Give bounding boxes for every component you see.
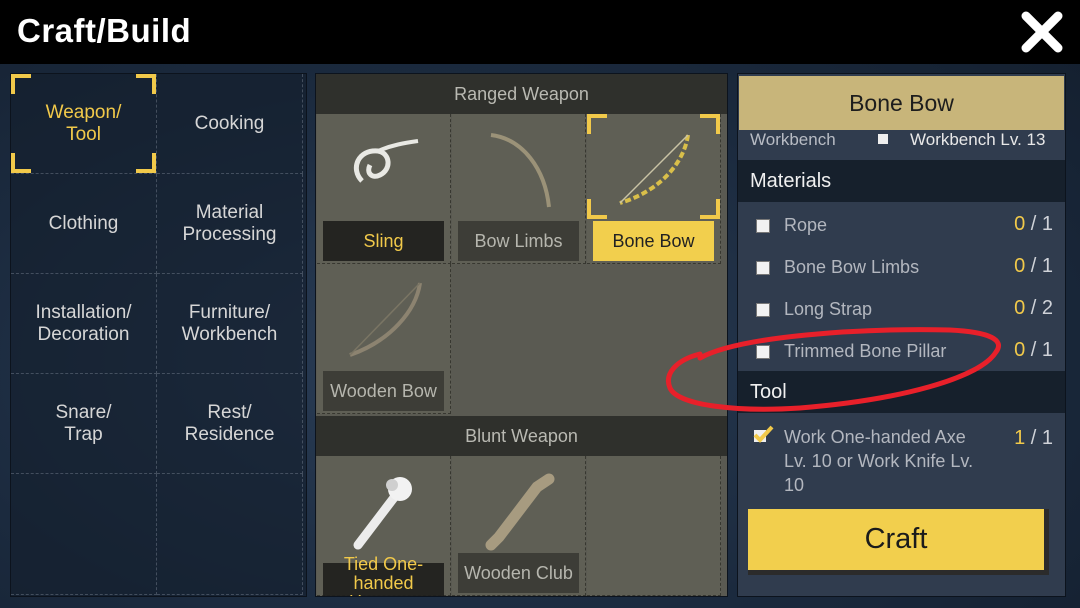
category-label: Cooking: [194, 112, 265, 134]
category-label: Weapon/ Tool: [45, 101, 122, 145]
category-label: Rest/ Residence: [184, 401, 275, 445]
category-weapon-tool[interactable]: Weapon/ Tool: [11, 74, 157, 174]
category-label: Furniture/ Workbench: [181, 301, 278, 345]
craft-button[interactable]: Craft: [748, 509, 1049, 575]
material-name: Long Strap: [784, 299, 873, 319]
sling-icon: [354, 139, 419, 183]
checkbox-icon: [756, 303, 770, 317]
checkbox-icon: [756, 261, 770, 275]
workbench-label: Workbench: [750, 130, 836, 149]
material-count: 0 / 1: [1014, 339, 1053, 361]
bow-limbs-icon: [490, 133, 551, 208]
tool-row: Work One-handed Axe Lv. 10 or Work Knife…: [738, 419, 1065, 499]
window-title: Craft/Build: [17, 12, 192, 49]
item-panel[interactable]: Ranged Weapon Sling Bow Limbs Bone Bow W…: [315, 73, 728, 597]
workbench-value: Workbench Lv. 13: [910, 130, 1046, 149]
category-installation-decoration[interactable]: Installation/ Decoration: [11, 274, 157, 374]
item-tied-hammer[interactable]: Tied One-handed Hammer: [317, 456, 451, 596]
material-name: Bone Bow Limbs: [784, 257, 920, 277]
item-label: Bow Limbs: [458, 221, 579, 261]
material-row: Long Strap 0 / 2: [738, 289, 1065, 331]
tool-heading: Tool: [738, 371, 1065, 413]
tool-count: 1 / 1: [1014, 427, 1053, 449]
category-label: Material Processing: [182, 201, 277, 245]
category-label: Clothing: [48, 212, 119, 234]
material-row: Rope 0 / 1: [738, 205, 1065, 247]
material-row: Bone Bow Limbs 0 / 1: [738, 247, 1065, 289]
category-furniture-workbench[interactable]: Furniture/ Workbench: [157, 274, 303, 374]
close-x-icon[interactable]: [1018, 8, 1066, 56]
top-bar: Craft/Build: [0, 0, 1080, 64]
material-name: Rope: [784, 215, 828, 235]
category-label: Installation/ Decoration: [35, 301, 132, 345]
item-bone-bow[interactable]: Bone Bow: [587, 114, 721, 264]
club-icon: [485, 473, 555, 551]
material-count: 0 / 1: [1014, 255, 1053, 277]
category-cooking[interactable]: Cooking: [157, 74, 303, 174]
section-heading-ranged: Ranged Weapon: [316, 74, 727, 114]
checkbox-icon: [756, 345, 770, 359]
category-rest-residence[interactable]: Rest/ Residence: [157, 374, 303, 474]
item-sling[interactable]: Sling: [317, 114, 451, 264]
item-wooden-club[interactable]: Wooden Club: [452, 456, 586, 596]
material-count: 0 / 1: [1014, 213, 1053, 235]
material-count: 0 / 2: [1014, 297, 1053, 319]
item-label: Bone Bow: [593, 221, 714, 261]
category-clothing[interactable]: Clothing: [11, 174, 157, 274]
item-label: Wooden Bow: [323, 371, 444, 411]
category-empty-slot: [157, 474, 303, 595]
checkmark-icon: [753, 425, 774, 443]
selected-item-title: Bone Bow: [739, 76, 1064, 130]
item-wooden-bow[interactable]: Wooden Bow: [317, 264, 451, 414]
item-label: Tied One-handed Hammer: [323, 554, 444, 596]
item-empty-slot: [587, 456, 721, 596]
item-label: Sling: [323, 221, 444, 261]
workbench-requirement: Workbench Workbench Lv. 13: [738, 126, 1065, 152]
hammer-icon: [353, 477, 412, 550]
bone-bow-icon: [619, 134, 690, 205]
category-grid: Weapon/ Tool Cooking Clothing Material P…: [10, 73, 307, 597]
item-label: Wooden Club: [458, 553, 579, 593]
category-snare-trap[interactable]: Snare/ Trap: [11, 374, 157, 474]
tool-name: Work One-handed Axe Lv. 10 or Work Knife…: [784, 427, 974, 495]
wooden-bow-icon: [349, 282, 422, 357]
category-empty-slot: [11, 474, 157, 595]
material-name: Trimmed Bone Pillar: [784, 341, 947, 361]
category-label: Snare/ Trap: [55, 401, 112, 445]
item-bow-limbs[interactable]: Bow Limbs: [452, 114, 586, 264]
category-material-processing[interactable]: Material Processing: [157, 174, 303, 274]
section-heading-blunt: Blunt Weapon: [316, 416, 727, 456]
materials-heading: Materials: [738, 160, 1065, 202]
material-row: Trimmed Bone Pillar 0 / 1: [738, 331, 1065, 373]
checkbox-icon: [756, 219, 770, 233]
checkbox-icon: [878, 134, 888, 144]
